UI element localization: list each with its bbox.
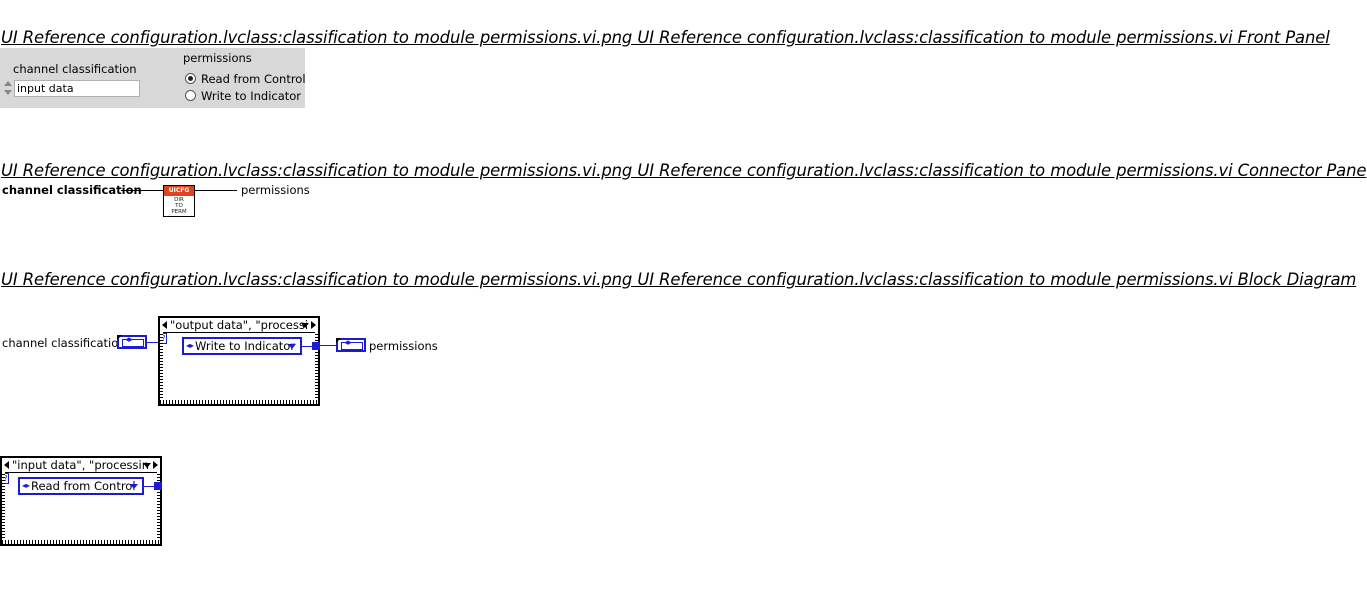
case-inner-wire	[302, 346, 312, 347]
bd-output-label: permissions	[369, 339, 438, 353]
bd-output-terminal[interactable]	[336, 338, 366, 352]
block-diagram-heading: UI Reference configuration.lvclass:class…	[1, 270, 1357, 289]
next-case-icon[interactable]	[153, 461, 158, 469]
connector-pane-heading: UI Reference configuration.lvclass:class…	[1, 161, 1367, 180]
permissions-label: permissions	[183, 51, 252, 65]
prev-case-icon[interactable]	[4, 461, 9, 469]
case-selector-input[interactable]: "input data", "processin	[2, 458, 160, 473]
case-selector-value: "output data", "processi	[170, 318, 309, 332]
output-tunnel[interactable]	[154, 482, 162, 490]
vi-icon-band: UICFG	[164, 186, 194, 196]
chevron-down-icon[interactable]	[288, 344, 296, 349]
enum-constant-value: Write to Indicator	[195, 339, 296, 353]
case-structure-input[interactable]: "input data", "processin ? ◂▸ Read from …	[0, 456, 162, 546]
bd-input-terminal[interactable]	[117, 335, 147, 349]
front-panel: channel classification input data permis…	[0, 48, 306, 108]
enum-constant-value: Read from Control	[31, 479, 136, 493]
chevron-down-icon[interactable]	[130, 484, 138, 489]
case-inner-wire	[144, 486, 154, 487]
enum-arrows-icon: ◂▸	[186, 341, 195, 350]
case-selector-value: "input data", "processin	[12, 458, 149, 472]
next-case-icon[interactable]	[311, 321, 316, 329]
channel-classification-value: input data	[17, 82, 74, 95]
chevron-down-icon[interactable]	[301, 323, 309, 328]
vi-icon-line: PERM	[171, 209, 187, 215]
front-panel-heading: UI Reference configuration.lvclass:class…	[1, 28, 1330, 47]
radio-unselected-icon[interactable]	[185, 90, 196, 101]
radio-read-label: Read from Control	[201, 72, 306, 86]
case-selector-output[interactable]: "output data", "processi	[160, 318, 318, 333]
radio-write-label: Write to Indicator	[201, 89, 302, 103]
increment-decrement-icon[interactable]	[2, 78, 13, 99]
prev-case-icon[interactable]	[162, 321, 167, 329]
channel-classification-label: channel classification	[13, 62, 137, 76]
connector-output-label: permissions	[241, 183, 310, 197]
vi-icon: UICFG DIR TO PERM	[163, 185, 195, 217]
case-structure-output[interactable]: "output data", "processi ? ◂▸ Write to I…	[158, 316, 320, 406]
channel-classification-input[interactable]: input data	[14, 80, 140, 97]
output-tunnel[interactable]	[312, 342, 320, 350]
chevron-down-icon[interactable]	[143, 463, 151, 468]
bd-input-label: channel classification	[2, 336, 126, 350]
connector-output-wire	[195, 190, 237, 191]
read-from-control-constant[interactable]: ◂▸ Read from Control	[18, 477, 144, 495]
bd-output-wire	[320, 345, 336, 346]
connector-input-wire	[121, 190, 163, 191]
enum-arrows-icon: ◂▸	[22, 481, 31, 490]
write-to-indicator-constant[interactable]: ◂▸ Write to Indicator	[182, 337, 302, 355]
radio-selected-icon[interactable]	[185, 73, 196, 84]
